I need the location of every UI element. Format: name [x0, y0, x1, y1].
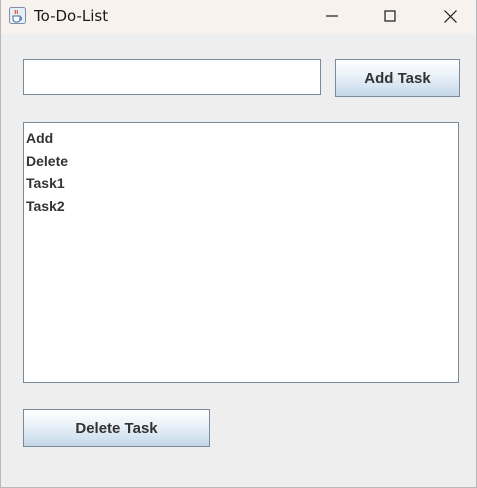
minimize-button[interactable] [309, 0, 355, 32]
delete-task-button[interactable]: Delete Task [23, 409, 210, 447]
task-list[interactable]: Add Delete Task1 Task2 [23, 122, 459, 383]
app-window: To-Do-List Add Task Add Delete Task1 Tas… [0, 0, 477, 488]
maximize-icon [384, 10, 396, 22]
java-cup-icon[interactable] [9, 7, 26, 24]
close-button[interactable] [427, 0, 473, 32]
add-task-button[interactable]: Add Task [335, 59, 460, 97]
list-item[interactable]: Delete [24, 150, 458, 173]
list-item[interactable]: Task2 [24, 195, 458, 218]
task-input[interactable] [23, 59, 321, 95]
title-bar[interactable]: To-Do-List [1, 0, 476, 34]
list-item[interactable]: Add [24, 127, 458, 150]
window-title: To-Do-List [34, 7, 109, 25]
maximize-button[interactable] [367, 0, 413, 32]
minimize-icon [326, 15, 338, 17]
list-item[interactable]: Task1 [24, 172, 458, 195]
close-icon [443, 9, 457, 23]
